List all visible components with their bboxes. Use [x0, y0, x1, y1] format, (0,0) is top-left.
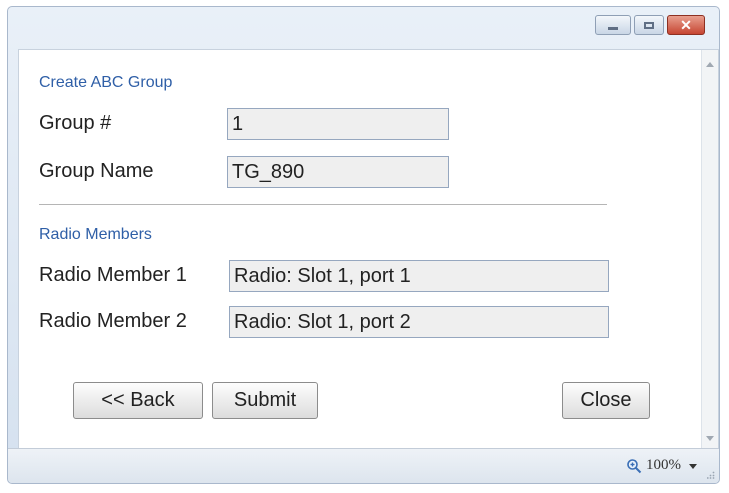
- radio-member-1-field[interactable]: Radio: Slot 1, port 1: [229, 260, 609, 292]
- radio-member-2-label: Radio Member 2: [39, 310, 187, 332]
- zoom-level: 100%: [646, 457, 681, 473]
- group-name-label: Group Name: [39, 160, 154, 182]
- scroll-down-arrow-icon[interactable]: [706, 436, 714, 441]
- group-number-label: Group #: [39, 112, 112, 134]
- minimize-button[interactable]: [595, 15, 631, 35]
- maximize-icon: [644, 21, 654, 29]
- dialog-window: ✕ Create ABC Group Group # 1 Group Name …: [7, 6, 720, 484]
- zoom-magnifier-icon: [627, 458, 642, 473]
- title-bar[interactable]: ✕: [8, 7, 719, 49]
- scroll-up-arrow-icon[interactable]: [706, 62, 714, 67]
- submit-button[interactable]: Submit: [212, 382, 318, 419]
- radio-member-1-label: Radio Member 1: [39, 264, 187, 286]
- window-controls: ✕: [595, 15, 705, 35]
- close-icon: ✕: [680, 17, 692, 33]
- zoom-dropdown-icon[interactable]: [689, 464, 697, 469]
- group-number-field[interactable]: 1: [227, 108, 449, 140]
- minimize-icon: [608, 26, 618, 30]
- back-button[interactable]: << Back: [73, 382, 203, 419]
- group-name-field[interactable]: TG_890: [227, 156, 449, 188]
- close-button[interactable]: Close: [562, 382, 650, 419]
- window-close-button[interactable]: ✕: [667, 15, 705, 35]
- maximize-button[interactable]: [634, 15, 664, 35]
- dialog-content: Create ABC Group Group # 1 Group Name TG…: [18, 49, 719, 454]
- create-group-heading: Create ABC Group: [39, 74, 173, 91]
- vertical-scrollbar[interactable]: [701, 50, 718, 453]
- radio-members-heading: Radio Members: [39, 226, 152, 243]
- section-divider: [39, 204, 607, 205]
- radio-member-2-field[interactable]: Radio: Slot 1, port 2: [229, 306, 609, 338]
- status-bar: 100%: [8, 448, 719, 483]
- resize-grip-icon[interactable]: [707, 471, 715, 479]
- zoom-control[interactable]: 100%: [626, 457, 681, 474]
